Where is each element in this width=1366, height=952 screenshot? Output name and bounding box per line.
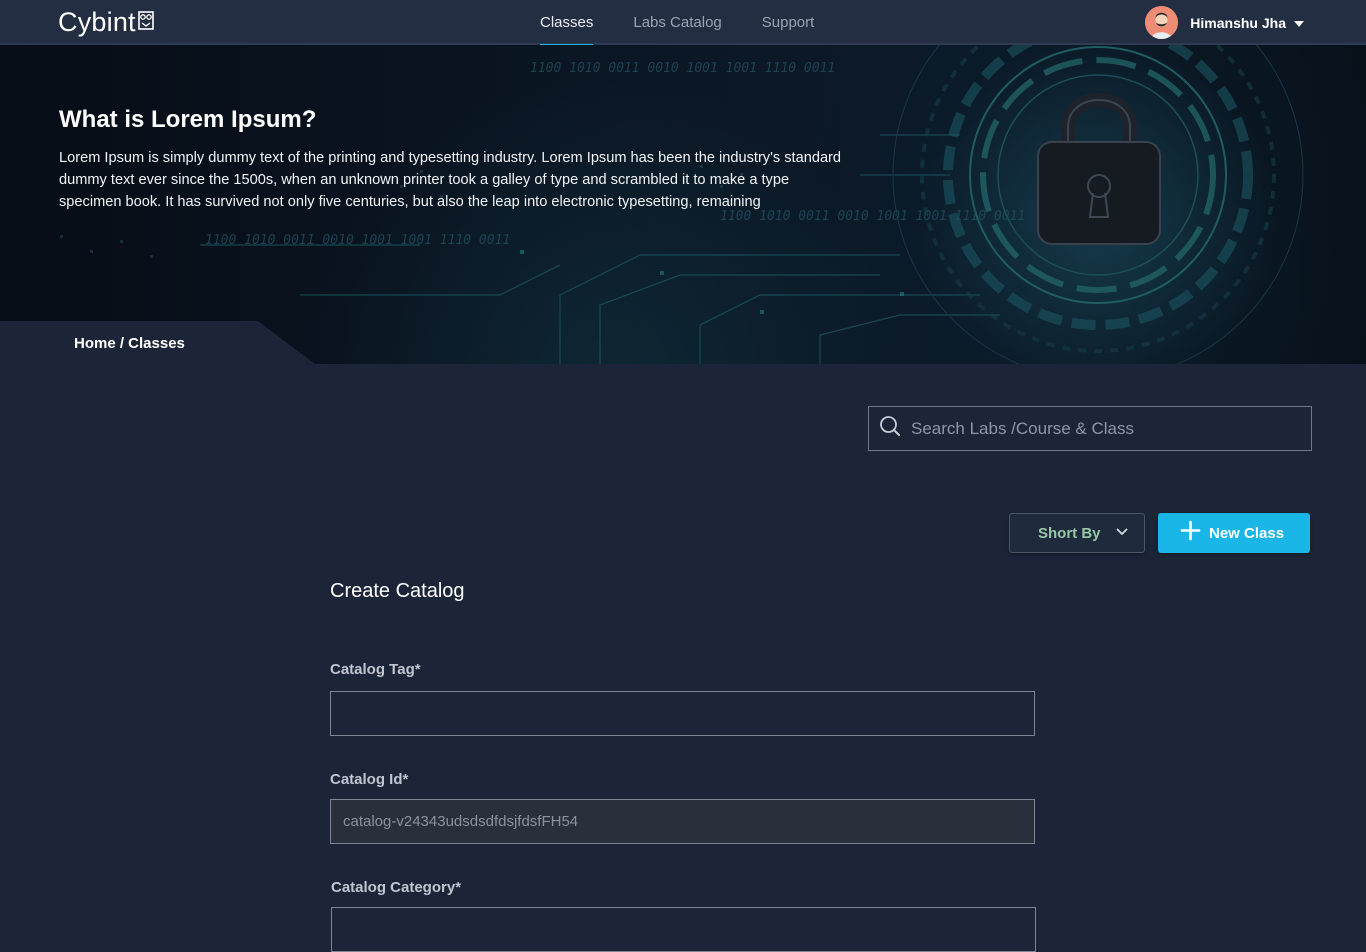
binary-text-2: 1100 1010 0011 0010 1001 1001 1110 0011 bbox=[205, 233, 510, 248]
hero-description: Lorem Ipsum is simply dummy text of the … bbox=[59, 150, 842, 210]
main-nav: Classes Labs Catalog Support bbox=[520, 0, 835, 47]
top-nav: Cybint Classes Labs Catalog Support Hima… bbox=[0, 0, 1366, 47]
logo[interactable]: Cybint bbox=[58, 7, 154, 38]
chevron-down-icon bbox=[1115, 524, 1129, 542]
avatar bbox=[1145, 6, 1179, 39]
catalog-tag-field[interactable] bbox=[330, 691, 1035, 736]
catalog-category-field[interactable] bbox=[331, 907, 1036, 952]
user-name: Himanshu Jha bbox=[1190, 14, 1286, 31]
search-icon bbox=[879, 415, 901, 442]
form-title: Create Catalog bbox=[330, 580, 465, 602]
search-input[interactable] bbox=[909, 417, 1293, 440]
caret-down-icon bbox=[1294, 20, 1304, 27]
binary-text-1: 1100 1010 0011 0010 1001 1001 1110 0011 bbox=[530, 61, 835, 76]
logo-text: Cybint bbox=[58, 7, 136, 37]
padlock-icon bbox=[1037, 93, 1161, 245]
new-class-label: New Class bbox=[1209, 524, 1285, 542]
nav-labs-catalog[interactable]: Labs Catalog bbox=[613, 0, 741, 45]
sort-by-label: Short By bbox=[1038, 524, 1101, 542]
plus-icon bbox=[1180, 520, 1201, 546]
user-menu[interactable]: Himanshu Jha bbox=[1145, 6, 1304, 39]
catalog-tag-label: Catalog Tag* bbox=[330, 661, 421, 678]
nav-support[interactable]: Support bbox=[742, 0, 835, 45]
catalog-id-label: Catalog Id* bbox=[330, 771, 409, 788]
owl-icon bbox=[137, 7, 154, 38]
hero-banner: 1100 1010 0011 0010 1001 1001 1110 0011 … bbox=[0, 45, 1366, 364]
new-class-button[interactable]: New Class bbox=[1158, 513, 1310, 553]
catalog-category-label: Catalog Category* bbox=[331, 879, 462, 896]
sort-by-dropdown[interactable]: Short By bbox=[1009, 513, 1145, 553]
catalog-id-field[interactable] bbox=[330, 799, 1035, 844]
hero-title: What is Lorem Ipsum? bbox=[59, 106, 317, 133]
nav-classes[interactable]: Classes bbox=[520, 0, 613, 47]
breadcrumb[interactable]: Home / Classes bbox=[74, 335, 185, 352]
search-box[interactable] bbox=[868, 406, 1312, 451]
